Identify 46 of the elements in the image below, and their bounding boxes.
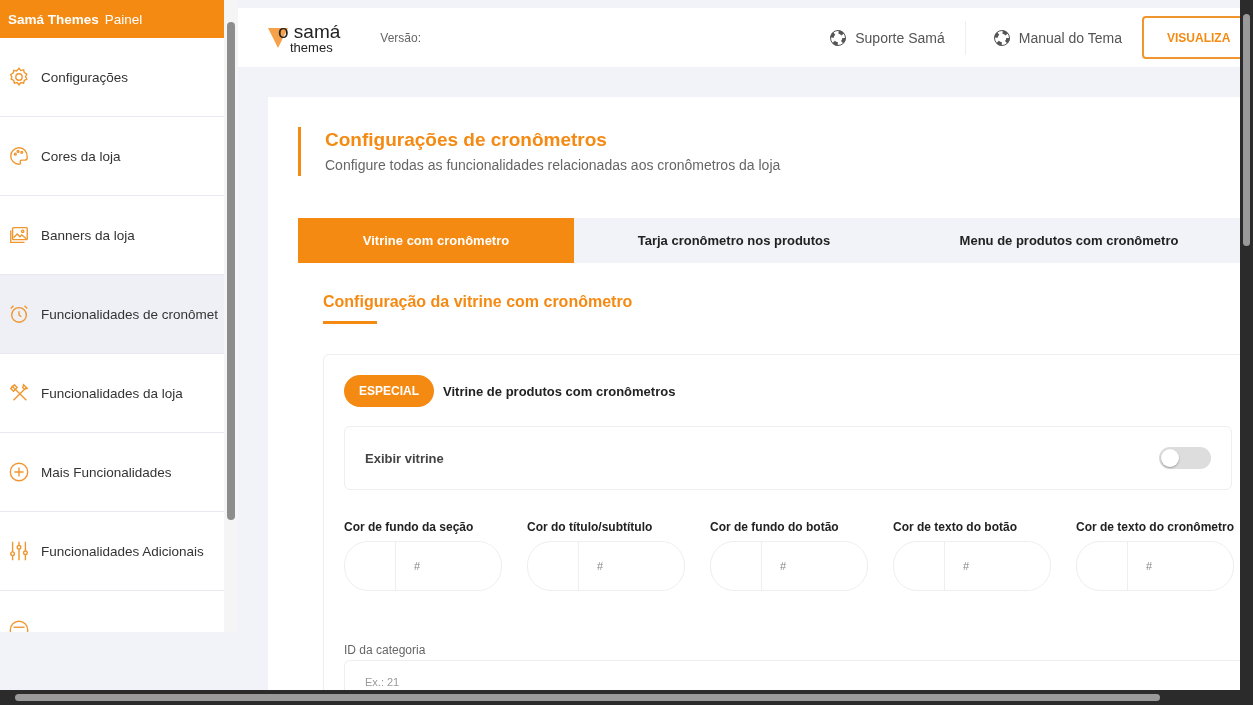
field-label: Cor de texto do cronômetro (1076, 520, 1234, 534)
special-badge: ESPECIAL (344, 375, 434, 407)
brand-name: Samá Themes (8, 11, 99, 27)
sidebar-label: Cores da loja (41, 148, 121, 164)
color-input-field[interactable]: # (1076, 541, 1234, 591)
sidebar-label: Funcionalidades Adicionais (41, 543, 204, 559)
page-scrollbar[interactable] (1240, 0, 1253, 690)
sidebar-label: Mais Funcionalidades (41, 464, 172, 480)
color-input-field[interactable]: # (893, 541, 1051, 591)
color-input-field[interactable]: # (710, 541, 868, 591)
help-link[interactable]: Suporte Samá (830, 29, 965, 46)
plus-circle-icon (8, 461, 30, 483)
page-subtitle: Configure todas as funcionalidades relacionadas aos cronômetros da loja (325, 157, 782, 175)
sidebar-label: Funcionalidades da loja (41, 385, 183, 401)
horizontal-scrollbar[interactable] (0, 690, 1253, 705)
field-label: Cor de fundo do botão (710, 520, 840, 534)
sidebar-label: Configurações (41, 69, 129, 85)
lifebuoy-icon (993, 29, 1010, 46)
field-label: Cor do título/subtítulo (527, 520, 654, 534)
alarm-clock-icon (8, 303, 30, 325)
palette-icon (8, 145, 30, 167)
page-title: Configurações de cronômetros (325, 128, 608, 151)
logo-word: o samá (278, 21, 341, 41)
sidebar-item[interactable]: Funcionalidades de cronômet (0, 275, 224, 354)
field-label: Cor de texto do botão (893, 520, 1018, 534)
image-icon (8, 224, 30, 246)
logo-word: themes (290, 40, 334, 54)
color-input-field[interactable]: # (344, 541, 502, 591)
panel-label: Painel (104, 11, 143, 27)
color-input-field[interactable]: # (527, 541, 685, 591)
lifebuoy-icon (830, 29, 847, 46)
help-link[interactable]: Manual do Tema (993, 29, 1142, 46)
category-input-field[interactable]: Ex.: 21 (344, 660, 1240, 690)
gear-icon (8, 66, 30, 88)
sidebar-scrollbar[interactable] (224, 0, 238, 632)
sidebar-label: Banners da loja (41, 227, 135, 243)
sliders-icon (8, 540, 30, 562)
panel-heading: Vitrine de produtos com cronômetros (443, 383, 676, 399)
triangle-icon (268, 25, 288, 48)
version-label: Versão: (380, 30, 421, 45)
section-title: Configuração da vitrine com cronômetro (323, 293, 634, 311)
field-label: ID da categoria (344, 643, 427, 657)
sidebar-label: Funcionalidades de cronômet (41, 306, 219, 322)
field-label: Cor de fundo da seção (344, 520, 475, 534)
toggle-switch[interactable] (1159, 447, 1211, 469)
toggle-label: Exibir vitrine (365, 450, 445, 466)
